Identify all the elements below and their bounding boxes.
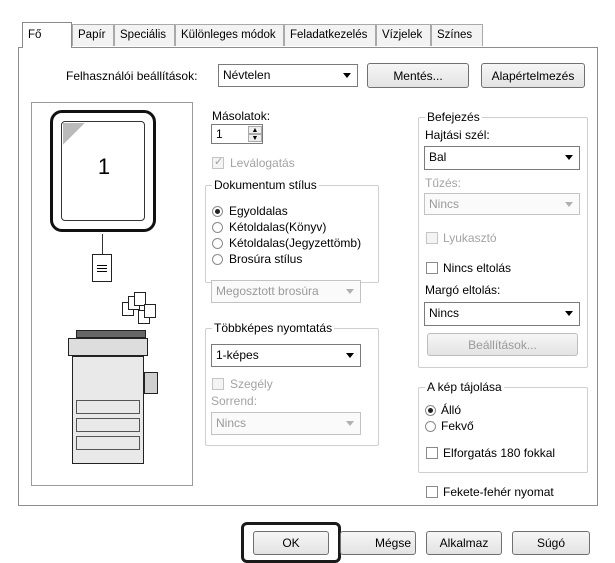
order-value: Nincs xyxy=(216,416,247,430)
user-settings-value: Névtelen xyxy=(223,68,271,82)
option-one-sided: Egyoldalas xyxy=(229,204,288,218)
page-preview: 1 xyxy=(50,110,156,232)
ok-button[interactable]: OK xyxy=(253,531,329,555)
tab-paper[interactable]: Papír xyxy=(72,24,114,46)
sorted-copies-icon xyxy=(122,292,162,328)
copies-value: 1 xyxy=(216,127,223,141)
rotate-180-checkbox[interactable] xyxy=(426,447,438,459)
radio-portrait[interactable] xyxy=(425,405,436,416)
border-checkbox[interactable] xyxy=(212,378,224,390)
bw-print-checkbox[interactable] xyxy=(426,486,438,498)
bw-print-label: Fekete-fehér nyomat xyxy=(443,485,554,499)
option-two-sided-book: Kétoldalas(Könyv) xyxy=(229,220,327,234)
staple-value: Nincs xyxy=(429,197,460,211)
tab-main[interactable]: Fő xyxy=(22,22,72,48)
radio-one-sided[interactable] xyxy=(212,206,223,217)
collate-checkbox[interactable] xyxy=(212,155,224,169)
defaults-button[interactable]: Alapértelmezés xyxy=(481,63,585,88)
apply-button[interactable]: Alkalmaz xyxy=(426,531,502,555)
chevron-down-icon xyxy=(565,155,573,160)
tab-special-modes[interactable]: Különleges módok xyxy=(175,24,284,46)
option-booklet: Brosúra stílus xyxy=(229,252,303,266)
connector-line xyxy=(102,234,103,254)
multipage-value: 1-képes xyxy=(216,348,259,362)
radio-two-sided-tablet[interactable] xyxy=(212,238,223,249)
no-offset-checkbox[interactable] xyxy=(426,262,438,274)
tab-watermarks[interactable]: Vízjelek xyxy=(376,24,431,46)
order-combo[interactable]: Nincs xyxy=(211,412,361,435)
cancel-button[interactable]: Mégse xyxy=(340,531,416,555)
spin-up-icon[interactable]: ▲ xyxy=(248,126,262,134)
document-style-title: Dokumentum stílus xyxy=(212,178,319,192)
document-icon xyxy=(92,254,112,282)
print-properties-dialog: Fő Papír Speciális Különleges módok Fela… xyxy=(0,0,615,563)
user-settings-label: Felhasználói beállítások: xyxy=(66,69,198,83)
chevron-down-icon xyxy=(343,73,351,78)
help-button[interactable]: Súgó xyxy=(512,531,590,555)
radio-landscape[interactable] xyxy=(425,421,436,432)
binding-edge-combo[interactable]: Bal xyxy=(424,146,580,170)
staple-combo[interactable]: Nincs xyxy=(424,193,580,215)
binding-edge-value: Bal xyxy=(429,150,447,164)
radio-booklet[interactable] xyxy=(212,254,223,265)
page-number: 1 xyxy=(97,154,111,179)
margin-shift-label: Margó eltolás: xyxy=(425,283,501,297)
multipage-combo[interactable]: 1-képes xyxy=(211,344,361,367)
split-booklet-value: Megosztott brosúra xyxy=(216,284,319,298)
binding-edge-label: Hajtási szél: xyxy=(425,128,490,142)
copies-input[interactable]: 1 ▲ ▼ xyxy=(211,124,263,144)
tab-advanced[interactable]: Speciális xyxy=(114,24,175,46)
page-fold-icon xyxy=(63,123,85,145)
landscape-label: Fekvő xyxy=(441,419,474,433)
border-label: Szegély xyxy=(230,377,273,391)
spin-down-icon[interactable]: ▼ xyxy=(248,134,262,142)
chevron-down-icon xyxy=(565,202,573,207)
chevron-down-icon xyxy=(346,353,354,358)
tab-job-handling[interactable]: Feladatkezelés xyxy=(284,24,376,46)
user-settings-combo[interactable]: Névtelen xyxy=(218,64,358,87)
chevron-down-icon xyxy=(565,311,573,316)
staple-label: Tűzés: xyxy=(425,176,462,190)
option-two-sided-tablet: Kétoldalas(Jegyzettömb) xyxy=(229,236,362,250)
rotate-180-label: Elforgatás 180 fokkal xyxy=(443,446,556,460)
margin-shift-value: Nincs xyxy=(429,306,460,320)
chevron-down-icon xyxy=(346,421,354,426)
collate-label: Leválogatás xyxy=(230,156,295,170)
tab-color[interactable]: Színes xyxy=(431,24,483,46)
portrait-label: Álló xyxy=(441,403,462,417)
document-style-group: Dokumentum stílus xyxy=(205,178,379,283)
split-booklet-combo[interactable]: Megosztott brosúra xyxy=(211,280,361,303)
save-settings-button[interactable]: Mentés... xyxy=(367,63,469,88)
multipage-title: Többképes nyomtatás xyxy=(212,321,335,335)
margin-shift-combo[interactable]: Nincs xyxy=(424,302,580,326)
orientation-title: A kép tájolása xyxy=(425,380,504,394)
finishing-settings-button[interactable]: Beállítások... xyxy=(427,333,578,356)
finishing-title: Befejezés xyxy=(425,110,482,124)
radio-two-sided-book[interactable] xyxy=(212,222,223,233)
chevron-down-icon xyxy=(346,289,354,294)
printer-icon xyxy=(62,330,162,475)
punch-label: Lyukasztó xyxy=(443,231,497,245)
copies-label: Másolatok: xyxy=(212,109,271,123)
punch-checkbox[interactable] xyxy=(426,232,438,244)
order-label: Sorrend: xyxy=(211,394,258,408)
tab-bar: Fő Papír Speciális Különleges módok Fela… xyxy=(22,22,598,48)
no-offset-label: Nincs eltolás xyxy=(443,261,512,275)
